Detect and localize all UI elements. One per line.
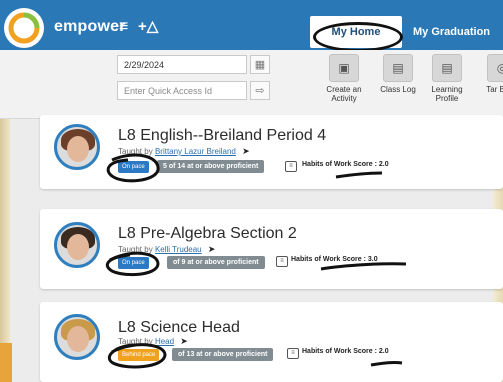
habits-of-work-score: Habits of Work Score : 3.0: [291, 256, 378, 263]
hamburger-icon[interactable]: ≡: [119, 18, 128, 36]
tab-label: My Graduation: [413, 26, 491, 38]
quick-access-input[interactable]: [117, 81, 247, 100]
arrow-in-icon[interactable]: ⇨: [250, 81, 270, 100]
date-input[interactable]: [117, 55, 247, 74]
teacher-link[interactable]: Kelli Trudeau: [155, 245, 202, 254]
chat-icon[interactable]: ≡: [287, 348, 299, 359]
tab-label: My Home: [331, 26, 381, 38]
pin-icon[interactable]: ➤: [242, 146, 250, 156]
clipboard-icon: ▤: [383, 54, 413, 82]
proficiency-badge: of 13 at or above proficient: [172, 348, 274, 361]
taught-by-label: Taught by: [118, 245, 153, 254]
course-title[interactable]: L8 English--Breiland Period 4: [118, 127, 326, 145]
teacher-link[interactable]: Head: [155, 337, 174, 346]
course-card[interactable]: L8 Science Head Taught by Head ➤ Behind …: [40, 302, 503, 382]
pin-icon[interactable]: ➤: [208, 244, 216, 254]
page: empower ≡ +△ My Home My Graduation ▦ ⇨ ▣…: [0, 0, 503, 382]
proficiency-badge: of 9 at or above proficient: [167, 256, 265, 269]
course-title[interactable]: L8 Pre-Algebra Section 2: [118, 225, 297, 243]
teacher-line: Taught by Brittany Lazur Breiland ➤: [118, 146, 250, 157]
target-icon: ◎: [487, 54, 503, 82]
taught-by-label: Taught by: [118, 337, 153, 346]
teacher-link[interactable]: Brittany Lazur Breiland: [155, 147, 236, 156]
class-log-button[interactable]: ▤ Class Log: [376, 54, 420, 94]
create-activity-button[interactable]: ▣ Create an Activity: [318, 54, 370, 103]
monitor-icon: ▣: [329, 54, 359, 82]
status-badge: On pace: [118, 257, 149, 269]
chat-icon[interactable]: ≡: [276, 256, 288, 267]
teacher-line: Taught by Head ➤: [118, 336, 188, 347]
course-card[interactable]: L8 Pre-Algebra Section 2 Taught by Kelli…: [40, 209, 503, 289]
course-title[interactable]: L8 Science Head: [118, 319, 240, 337]
course-card[interactable]: L8 English--Breiland Period 4 Taught by …: [40, 115, 503, 189]
edge-chip: [0, 343, 12, 382]
tool-label: Class Log: [380, 85, 416, 94]
brand-name: empower: [54, 18, 126, 35]
taught-by-label: Taught by: [118, 147, 153, 156]
teacher-avatar: [54, 124, 100, 170]
avatar-face: [67, 234, 89, 260]
teacher-avatar: [54, 314, 100, 360]
tool-label: Learning Profile: [431, 85, 463, 103]
plus-triangle-icon[interactable]: +△: [138, 17, 158, 35]
tool-label: Tar Brow: [486, 85, 503, 94]
clipboard-icon: ▤: [432, 54, 462, 82]
status-badge: Behind pace: [118, 349, 160, 361]
teacher-line: Taught by Kelli Trudeau ➤: [118, 244, 215, 255]
tab-my-home[interactable]: My Home: [310, 16, 402, 48]
target-browse-button[interactable]: ◎ Tar Brow: [480, 54, 503, 94]
proficiency-badge: 5 of 14 at or above proficient: [157, 160, 265, 173]
teacher-avatar: [54, 222, 100, 268]
status-badge: On pace: [118, 161, 149, 173]
calendar-icon[interactable]: ▦: [250, 55, 270, 74]
tab-my-graduation[interactable]: My Graduation: [405, 16, 503, 48]
avatar-face: [67, 326, 89, 352]
habits-of-work-score: Habits of Work Score : 2.0: [302, 348, 389, 355]
logo-icon: [8, 12, 40, 44]
avatar-face: [67, 136, 89, 162]
chat-icon[interactable]: ≡: [285, 161, 297, 172]
habits-of-work-score: Habits of Work Score : 2.0: [302, 161, 389, 168]
tool-label: Create an Activity: [326, 85, 362, 103]
learning-profile-button[interactable]: ▤ Learning Profile: [426, 54, 468, 103]
pin-icon[interactable]: ➤: [180, 336, 188, 346]
empower-logo[interactable]: [6, 10, 42, 46]
